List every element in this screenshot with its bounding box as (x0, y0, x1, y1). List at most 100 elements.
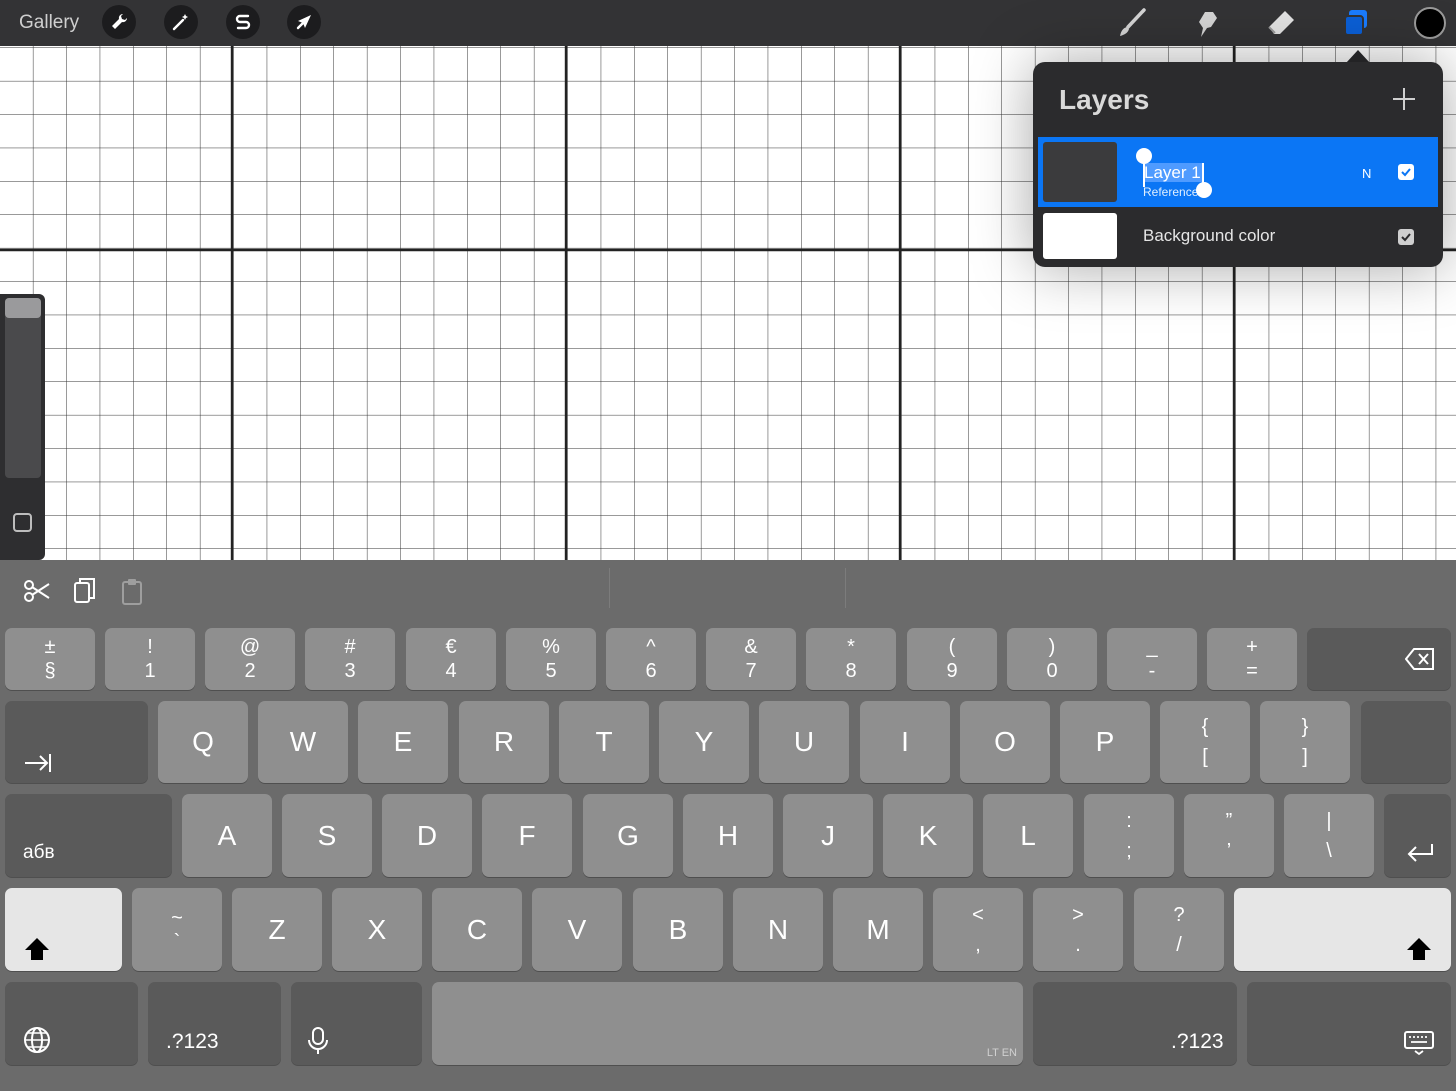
key-g[interactable]: G (583, 794, 673, 877)
hide-keyboard-key[interactable] (1247, 982, 1451, 1065)
language-key[interactable]: абв (5, 794, 172, 877)
magic-wand-icon[interactable] (164, 5, 198, 39)
key-8[interactable]: * 8 (806, 628, 896, 690)
key-q[interactable]: Q (158, 701, 248, 783)
key-comma[interactable]: <, (933, 888, 1023, 971)
scissors-icon[interactable] (22, 576, 52, 606)
plus-icon[interactable] (1391, 86, 1417, 112)
key-f[interactable]: F (482, 794, 572, 877)
key-period[interactable]: >. (1033, 888, 1123, 971)
left-sidebar (0, 294, 45, 560)
space-key[interactable]: LT EN (432, 982, 1023, 1065)
key-y[interactable]: Y (659, 701, 749, 783)
return-key-top[interactable] (1361, 701, 1451, 783)
key-r[interactable]: R (459, 701, 549, 783)
key-7[interactable]: & 7 (706, 628, 796, 690)
globe-key[interactable] (5, 982, 138, 1065)
key-6[interactable]: ^ 6 (606, 628, 696, 690)
key-h[interactable]: H (683, 794, 773, 877)
key-j[interactable]: J (783, 794, 873, 877)
key-semicolon[interactable]: :; (1084, 794, 1174, 877)
shift-icon (1407, 938, 1431, 960)
wrench-icon[interactable] (102, 5, 136, 39)
shift-key-right[interactable] (1234, 888, 1451, 971)
key-5[interactable]: % 5 (506, 628, 596, 690)
slider-knob[interactable] (5, 298, 41, 318)
key-c[interactable]: C (432, 888, 522, 971)
shift-icon (25, 938, 49, 960)
key-p[interactable]: P (1060, 701, 1150, 783)
delete-icon (1405, 648, 1434, 670)
layer-thumbnail (1043, 142, 1117, 202)
key-n[interactable]: N (733, 888, 823, 971)
tab-key[interactable] (5, 701, 148, 783)
key-right-bracket[interactable]: }] (1260, 701, 1350, 783)
key-e[interactable]: E (358, 701, 448, 783)
key-k[interactable]: K (883, 794, 973, 877)
layer-row-background[interactable]: Background color (1038, 208, 1438, 264)
divider (609, 568, 610, 608)
return-icon (1407, 844, 1433, 862)
layers-panel: Layers Layer 1 Reference N Background co… (1033, 62, 1443, 267)
key-i[interactable]: I (860, 701, 950, 783)
key-z[interactable]: Z (232, 888, 322, 971)
key-a[interactable]: A (182, 794, 272, 877)
divider (845, 568, 846, 608)
paste-icon[interactable] (120, 576, 146, 606)
blend-mode-button[interactable]: N (1362, 166, 1371, 181)
key-tilde[interactable]: ~ ` (132, 888, 222, 971)
text-selection-handles[interactable] (1134, 145, 1214, 203)
key-left-bracket[interactable]: {[ (1160, 701, 1250, 783)
check-icon (1401, 233, 1411, 242)
key-backslash[interactable]: | \ (1284, 794, 1374, 877)
numbers-key-right[interactable]: .?123 (1033, 982, 1237, 1065)
background-layer-name: Background color (1143, 226, 1276, 245)
layer-visibility-checkbox[interactable] (1398, 164, 1414, 180)
gallery-button[interactable]: Gallery (19, 12, 79, 34)
key-1[interactable]: ! 1 (105, 628, 195, 690)
key-quote[interactable]: ”’ (1184, 794, 1274, 877)
key-2[interactable]: @2 (205, 628, 295, 690)
key-u[interactable]: U (759, 701, 849, 783)
key-0[interactable]: ) 0 (1007, 628, 1097, 690)
selection-s-icon[interactable] (226, 5, 260, 39)
delete-key[interactable] (1307, 628, 1451, 690)
key-d[interactable]: D (382, 794, 472, 877)
key-o[interactable]: O (960, 701, 1050, 783)
key-minus[interactable]: _ - (1107, 628, 1197, 690)
key-m[interactable]: M (833, 888, 923, 971)
key-s[interactable]: S (282, 794, 372, 877)
shift-key-left[interactable] (5, 888, 122, 971)
return-key[interactable] (1384, 794, 1451, 877)
key-9[interactable]: (9 (907, 628, 997, 690)
background-visibility-checkbox[interactable] (1398, 229, 1414, 245)
copy-icon[interactable] (72, 576, 98, 606)
key-section[interactable]: ± § (5, 628, 95, 690)
key-equals[interactable]: + = (1207, 628, 1297, 690)
dictation-key[interactable] (291, 982, 422, 1065)
key-4[interactable]: €4 (406, 628, 496, 690)
modify-button[interactable] (13, 513, 32, 532)
numbers-key-left[interactable]: .?123 (148, 982, 281, 1065)
brush-icon[interactable] (1113, 4, 1151, 42)
key-b[interactable]: B (633, 888, 723, 971)
microphone-icon (308, 1027, 328, 1054)
brush-size-slider[interactable] (5, 298, 41, 478)
key-t[interactable]: T (559, 701, 649, 783)
key-slash[interactable]: ? / (1134, 888, 1224, 971)
key-v[interactable]: V (532, 888, 622, 971)
layer-row-layer-1[interactable]: Layer 1 Reference N (1038, 137, 1438, 207)
move-arrow-icon[interactable] (287, 5, 321, 39)
key-x[interactable]: X (332, 888, 422, 971)
top-toolbar: Gallery (0, 0, 1456, 46)
globe-icon (24, 1027, 50, 1053)
tab-icon (25, 754, 51, 772)
key-3[interactable]: #3 (305, 628, 395, 690)
eraser-icon[interactable] (1262, 4, 1300, 42)
layers-icon[interactable] (1337, 4, 1375, 42)
on-screen-keyboard: ± § ! 1 @2 #3 €4 % 5 ^ 6 & 7 * 8 (9 ) 0 _ - + = Q… (0, 560, 1456, 1091)
key-l[interactable]: L (983, 794, 1073, 877)
smudge-icon[interactable] (1188, 4, 1226, 42)
color-swatch-icon[interactable] (1411, 4, 1449, 42)
key-w[interactable]: W (258, 701, 348, 783)
